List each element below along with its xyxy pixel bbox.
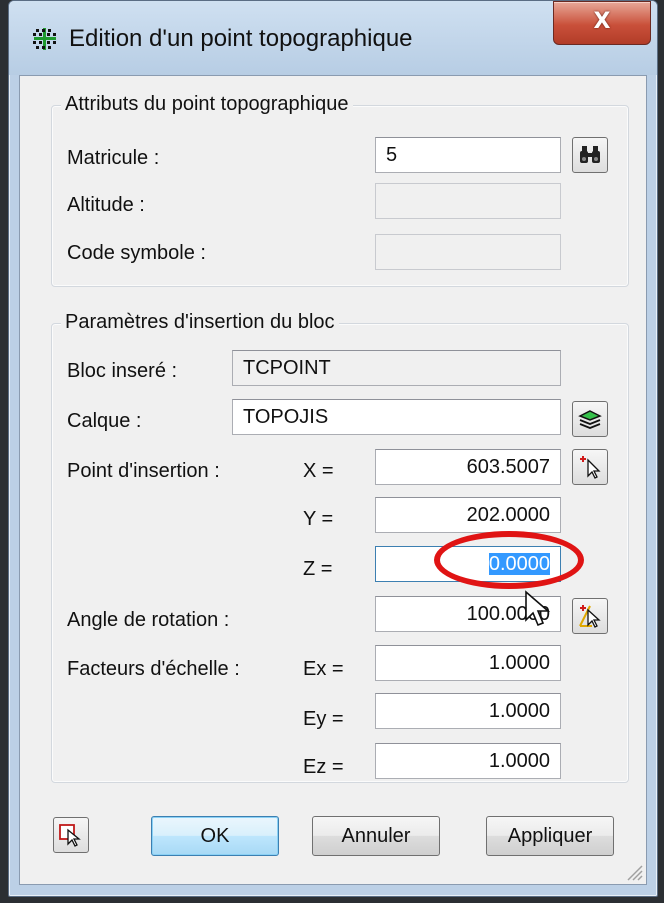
- pick-angle-icon: [579, 605, 601, 628]
- ez-field[interactable]: 1.0000: [375, 743, 561, 779]
- altitude-field[interactable]: [375, 183, 561, 219]
- x-label: X =: [303, 460, 334, 482]
- title-bar[interactable]: Edition d'un point topographique X: [9, 1, 657, 75]
- z-label: Z =: [303, 558, 333, 580]
- x-field[interactable]: 603.5007: [375, 449, 561, 485]
- altitude-label: Altitude :: [67, 194, 145, 216]
- ey-field[interactable]: 1.0000: [375, 693, 561, 729]
- ez-label: Ez =: [303, 756, 344, 778]
- y-field[interactable]: 202.0000: [375, 497, 561, 533]
- angle-label: Angle de rotation :: [67, 609, 230, 631]
- calque-label: Calque :: [67, 410, 142, 432]
- pick-point-button[interactable]: [572, 449, 608, 485]
- select-object-button[interactable]: [53, 817, 89, 853]
- point-insertion-label: Point d'insertion :: [67, 460, 220, 482]
- matricule-field[interactable]: 5: [375, 137, 561, 173]
- ex-field[interactable]: 1.0000: [375, 645, 561, 681]
- window-title: Edition d'un point topographique: [69, 25, 413, 52]
- mouse-cursor-icon: [525, 590, 551, 627]
- grid-dots-icon: [33, 28, 56, 50]
- close-icon: X: [593, 9, 611, 34]
- highlight-ellipse: [434, 531, 584, 589]
- dialog-body: Attributs du point topographique Matricu…: [19, 75, 647, 885]
- cancel-button[interactable]: Annuler: [312, 816, 440, 856]
- pick-point-icon: [580, 456, 601, 479]
- attributes-group-title: Attributs du point topographique: [61, 93, 353, 116]
- matricule-label: Matricule :: [67, 147, 160, 169]
- close-button[interactable]: X: [553, 1, 651, 45]
- dialog-window: Edition d'un point topographique X Attri…: [8, 0, 658, 897]
- binoculars-icon: [580, 146, 600, 163]
- code-symbole-label: Code symbole :: [67, 242, 206, 264]
- select-object-icon: [59, 824, 81, 847]
- y-label: Y =: [303, 508, 334, 530]
- apply-button[interactable]: Appliquer: [486, 816, 614, 856]
- layers-button[interactable]: [572, 401, 608, 437]
- ex-label: Ex =: [303, 658, 344, 680]
- resize-grip-icon[interactable]: [625, 863, 643, 881]
- pick-angle-button[interactable]: [572, 598, 608, 634]
- ey-label: Ey =: [303, 708, 344, 730]
- insertion-group-title: Paramètres d'insertion du bloc: [61, 311, 339, 334]
- scale-factors-label: Facteurs d'échelle :: [67, 658, 240, 680]
- search-matricule-button[interactable]: [572, 137, 608, 173]
- layers-icon: [578, 410, 602, 429]
- bloc-label: Bloc inseré :: [67, 360, 178, 382]
- calque-field[interactable]: TOPOJIS: [232, 399, 561, 435]
- bloc-field[interactable]: TCPOINT: [232, 350, 561, 386]
- code-symbole-field[interactable]: [375, 234, 561, 270]
- ok-button[interactable]: OK: [151, 816, 279, 856]
